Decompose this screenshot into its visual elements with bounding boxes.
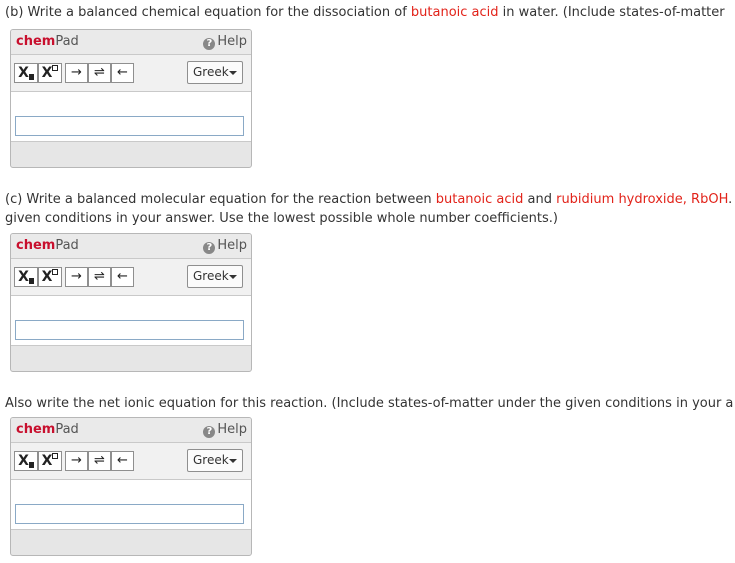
question-c-text: (c) Write a balanced molecular equation …: [5, 192, 733, 207]
help-button[interactable]: ? Help: [203, 238, 247, 254]
chevron-down-icon: [229, 275, 237, 279]
chevron-down-icon: [229, 71, 237, 75]
superscript-button[interactable]: X: [38, 267, 62, 287]
chevron-down-icon: [229, 459, 237, 463]
subscript-button[interactable]: X: [14, 451, 38, 471]
greek-dropdown[interactable]: Greek: [187, 265, 243, 288]
question-c-text-line-2: given conditions in your answer. Use the…: [5, 211, 558, 226]
chempad-b: chemPad ? Help X X → ⇌ ← Greek: [10, 29, 252, 168]
superscript-icon: [52, 65, 59, 71]
equation-input[interactable]: [15, 320, 244, 340]
chempad-toolbar: X X → ⇌ ← Greek: [11, 55, 251, 92]
chempad-title: chemPad: [16, 422, 79, 437]
subscript-button[interactable]: X: [14, 267, 38, 287]
chempad-header: chemPad ? Help: [11, 30, 251, 55]
superscript-button[interactable]: X: [38, 63, 62, 83]
help-icon: ?: [203, 426, 216, 438]
chempad-c: chemPad ? Help X X → ⇌ ← Greek: [10, 233, 252, 372]
chempad-toolbar: X X → ⇌ ← Greek: [11, 443, 251, 480]
highlight-butanoic-acid: butanoic acid: [435, 192, 524, 207]
chempad-title: chemPad: [16, 34, 79, 49]
greek-dropdown[interactable]: Greek: [187, 61, 243, 84]
greek-dropdown[interactable]: Greek: [187, 449, 243, 472]
left-arrow-button[interactable]: ←: [111, 451, 134, 471]
question-b-part-1: (b) Write a balanced chemical equation f…: [5, 5, 411, 20]
help-button[interactable]: ? Help: [203, 34, 247, 50]
help-icon: ?: [203, 38, 216, 50]
chempad-editor: [11, 296, 251, 346]
chempad-header: chemPad ? Help: [11, 418, 251, 443]
question-b-text: (b) Write a balanced chemical equation f…: [5, 3, 735, 22]
chempad-header: chemPad ? Help: [11, 234, 251, 259]
superscript-icon: [52, 453, 59, 459]
equation-input[interactable]: [15, 116, 244, 136]
help-icon: ?: [203, 242, 216, 254]
reaction-arrow-button[interactable]: →: [65, 63, 88, 83]
help-button[interactable]: ? Help: [203, 422, 247, 438]
highlight-rubidium-hydroxide: rubidium hydroxide, RbOH: [556, 192, 729, 207]
chempad-editor: [11, 92, 251, 142]
equation-input[interactable]: [15, 504, 244, 524]
highlight-butanoic-acid: butanoic acid: [410, 5, 499, 20]
chempad-title: chemPad: [16, 238, 79, 253]
chempad-net-ionic: chemPad ? Help X X → ⇌ ← Greek: [10, 417, 252, 556]
equilibrium-arrow-button[interactable]: ⇌: [88, 451, 111, 471]
reaction-arrow-button[interactable]: →: [65, 267, 88, 287]
subscript-icon: [28, 278, 34, 284]
superscript-icon: [52, 269, 59, 275]
left-arrow-button[interactable]: ←: [111, 63, 134, 83]
chempad-toolbar: X X → ⇌ ← Greek: [11, 259, 251, 296]
left-arrow-button[interactable]: ←: [111, 267, 134, 287]
subscript-icon: [28, 74, 34, 80]
reaction-arrow-button[interactable]: →: [65, 451, 88, 471]
question-net-ionic-text: Also write the net ionic equation for th…: [5, 396, 734, 411]
equilibrium-arrow-button[interactable]: ⇌: [88, 267, 111, 287]
equilibrium-arrow-button[interactable]: ⇌: [88, 63, 111, 83]
chempad-editor: [11, 480, 251, 530]
question-b-part-2: in water. (Include states-of-matter: [498, 5, 725, 20]
superscript-button[interactable]: X: [38, 451, 62, 471]
subscript-button[interactable]: X: [14, 63, 38, 83]
subscript-icon: [28, 462, 34, 468]
